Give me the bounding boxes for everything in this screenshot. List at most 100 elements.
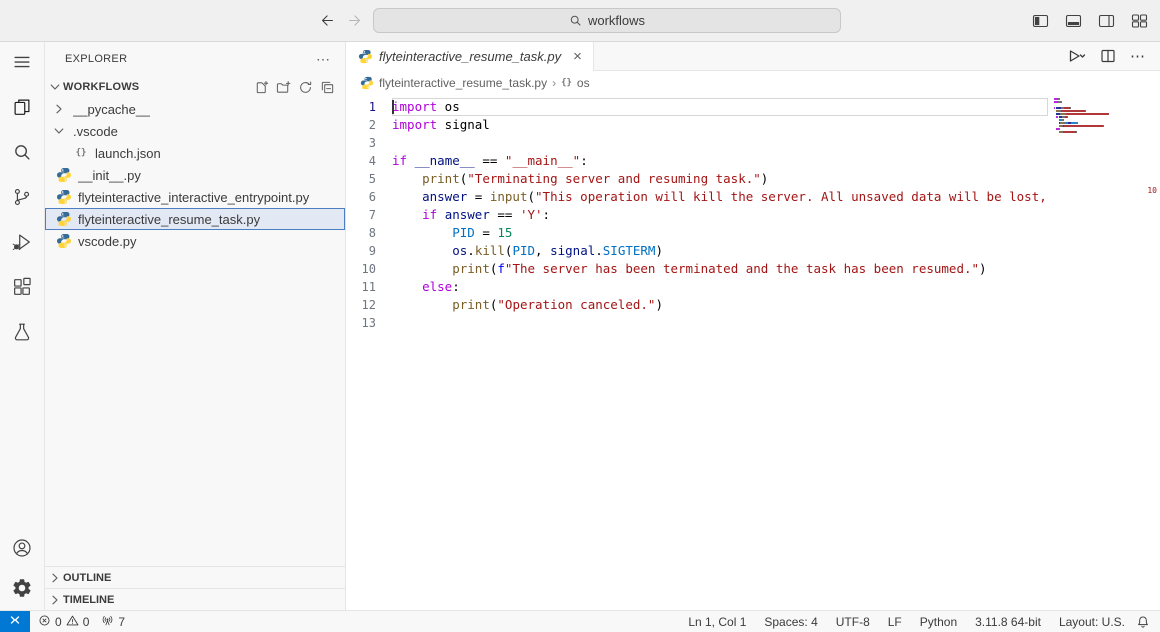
status-indentation[interactable]: Spaces: 4	[755, 615, 826, 629]
tab-flyteinteractive-resume-task[interactable]: flyteinteractive_resume_task.py ×	[346, 42, 594, 71]
code-line-4[interactable]: 4if __name__ == "__main__":	[346, 152, 1048, 170]
forward-button[interactable]	[346, 12, 363, 29]
breadcrumb-file[interactable]: flyteinteractive_resume_task.py	[379, 76, 547, 90]
tree-item-label: flyteinteractive_interactive_entrypoint.…	[78, 190, 309, 205]
explorer-more-actions-icon[interactable]: ⋯	[316, 51, 331, 68]
line-number[interactable]: 9	[346, 242, 392, 260]
code-line-12[interactable]: 12 print("Operation canceled.")	[346, 296, 1048, 314]
code-line-5[interactable]: 5 print("Terminating server and resuming…	[346, 170, 1048, 188]
split-editor-button[interactable]	[1100, 48, 1116, 64]
tree-item-label: vscode.py	[78, 234, 137, 249]
sidebar-bottom-sections: OUTLINE TIMELINE	[45, 566, 345, 610]
tree-item-flyteinteractive_resume_task.py[interactable]: flyteinteractive_resume_task.py	[45, 208, 345, 230]
problems-button[interactable]: 0 0	[38, 614, 89, 630]
line-number[interactable]: 8	[346, 224, 392, 242]
layout-controls	[1032, 14, 1148, 28]
tab-label: flyteinteractive_resume_task.py	[379, 49, 561, 64]
line-number[interactable]: 2	[346, 116, 392, 134]
status-encoding[interactable]: UTF-8	[827, 615, 879, 629]
status-cursor-position[interactable]: Ln 1, Col 1	[679, 615, 755, 629]
breadcrumb-symbol[interactable]: os	[577, 76, 590, 90]
new-file-icon[interactable]	[254, 80, 269, 95]
explorer-button[interactable]	[0, 87, 44, 132]
new-folder-icon[interactable]	[276, 80, 291, 95]
line-content: else:	[392, 278, 1048, 296]
line-number[interactable]: 7	[346, 206, 392, 224]
accounts-button[interactable]	[0, 530, 44, 570]
line-number[interactable]: 12	[346, 296, 392, 314]
vscode-window: workflows EXP	[0, 0, 1160, 632]
testing-button[interactable]	[0, 312, 44, 357]
search-button[interactable]	[0, 132, 44, 177]
status-right: Ln 1, Col 1Spaces: 4UTF-8LFPython3.11.8 …	[679, 615, 1134, 629]
python-file-icon	[56, 167, 72, 183]
radio-tower-icon	[101, 614, 114, 630]
status-language[interactable]: Python	[911, 615, 966, 629]
code-line-7[interactable]: 7 if answer == 'Y':	[346, 206, 1048, 224]
settings-button[interactable]	[0, 570, 44, 610]
menu-button[interactable]	[0, 42, 44, 87]
line-number[interactable]: 4	[346, 152, 392, 170]
run-python-file-button[interactable]	[1066, 48, 1086, 64]
status-python-interpreter[interactable]: 3.11.8 64-bit	[966, 615, 1050, 629]
menu-icon	[11, 51, 33, 78]
tree-item-.vscode[interactable]: .vscode	[45, 120, 345, 142]
line-number[interactable]: 11	[346, 278, 392, 296]
line-number[interactable]: 13	[346, 314, 392, 332]
toggle-secondary-sidebar-icon[interactable]	[1098, 14, 1115, 28]
workflows-section-header[interactable]: WORKFLOWS	[45, 76, 345, 98]
explorer-actions	[254, 80, 335, 95]
notifications-bell-icon[interactable]	[1136, 615, 1150, 629]
status-keyboard-layout[interactable]: Layout: U.S.	[1050, 615, 1134, 629]
tree-item-__pycache__[interactable]: __pycache__	[45, 98, 345, 120]
toggle-primary-sidebar-icon[interactable]	[1032, 14, 1049, 28]
tree-item-label: __init__.py	[78, 168, 141, 183]
close-icon[interactable]: ×	[571, 49, 584, 64]
run-and-debug-button[interactable]	[0, 222, 44, 267]
line-number[interactable]: 5	[346, 170, 392, 188]
section-label: WORKFLOWS	[63, 81, 254, 93]
more-actions-icon[interactable]: ⋯	[1130, 47, 1146, 65]
customize-layout-icon[interactable]	[1131, 14, 1148, 28]
line-number[interactable]: 10	[346, 260, 392, 278]
line-number[interactable]: 6	[346, 188, 392, 206]
code-line-6[interactable]: 6 answer = input("This operation will ki…	[346, 188, 1048, 206]
remote-icon	[8, 613, 22, 630]
file-tree: __pycache__.vscode{}launch.json __init__.…	[45, 98, 345, 566]
tab-bar: flyteinteractive_resume_task.py × ⋯	[346, 42, 1160, 71]
toggle-panel-icon[interactable]	[1065, 14, 1082, 28]
ports-count: 7	[118, 615, 125, 629]
code-line-11[interactable]: 11 else:	[346, 278, 1048, 296]
sidebar-header: EXPLORER ⋯	[45, 42, 345, 76]
code-line-1[interactable]: 1import os	[346, 98, 1048, 116]
source-control-button[interactable]	[0, 177, 44, 222]
code-line-3[interactable]: 3	[346, 134, 1048, 152]
code-line-9[interactable]: 9 os.kill(PID, signal.SIGTERM)	[346, 242, 1048, 260]
back-button[interactable]	[319, 12, 336, 29]
tree-item-__init__.py[interactable]: __init__.py	[45, 164, 345, 186]
symbol-namespace-icon: {}	[561, 78, 572, 88]
editor-group: flyteinteractive_resume_task.py × ⋯ flyt…	[346, 42, 1160, 610]
line-number[interactable]: 1	[346, 98, 392, 116]
remote-indicator[interactable]	[0, 611, 30, 632]
extensions-button[interactable]	[0, 267, 44, 312]
code-line-13[interactable]: 13	[346, 314, 1048, 332]
collapse-all-icon[interactable]	[320, 80, 335, 95]
code-line-10[interactable]: 10 print(f"The server has been terminate…	[346, 260, 1048, 278]
outline-section-header[interactable]: OUTLINE	[45, 566, 345, 588]
minimap[interactable]: 10	[1048, 95, 1160, 610]
command-center[interactable]: workflows	[373, 8, 841, 33]
python-file-icon	[56, 211, 72, 227]
code-line-8[interactable]: 8 PID = 15	[346, 224, 1048, 242]
refresh-icon[interactable]	[298, 80, 313, 95]
code-area[interactable]: 1import os2import signal34if __name__ ==…	[346, 95, 1048, 610]
line-number[interactable]: 3	[346, 134, 392, 152]
code-line-2[interactable]: 2import signal	[346, 116, 1048, 134]
line-content: import os	[392, 98, 1048, 116]
tree-item-launch.json[interactable]: {}launch.json	[45, 142, 345, 164]
status-eol[interactable]: LF	[879, 615, 911, 629]
tree-item-vscode.py[interactable]: vscode.py	[45, 230, 345, 252]
timeline-section-header[interactable]: TIMELINE	[45, 588, 345, 610]
tree-item-flyteinteractive_interactive_entrypoint.py[interactable]: flyteinteractive_interactive_entrypoint.…	[45, 186, 345, 208]
ports-button[interactable]: 7	[101, 614, 125, 630]
